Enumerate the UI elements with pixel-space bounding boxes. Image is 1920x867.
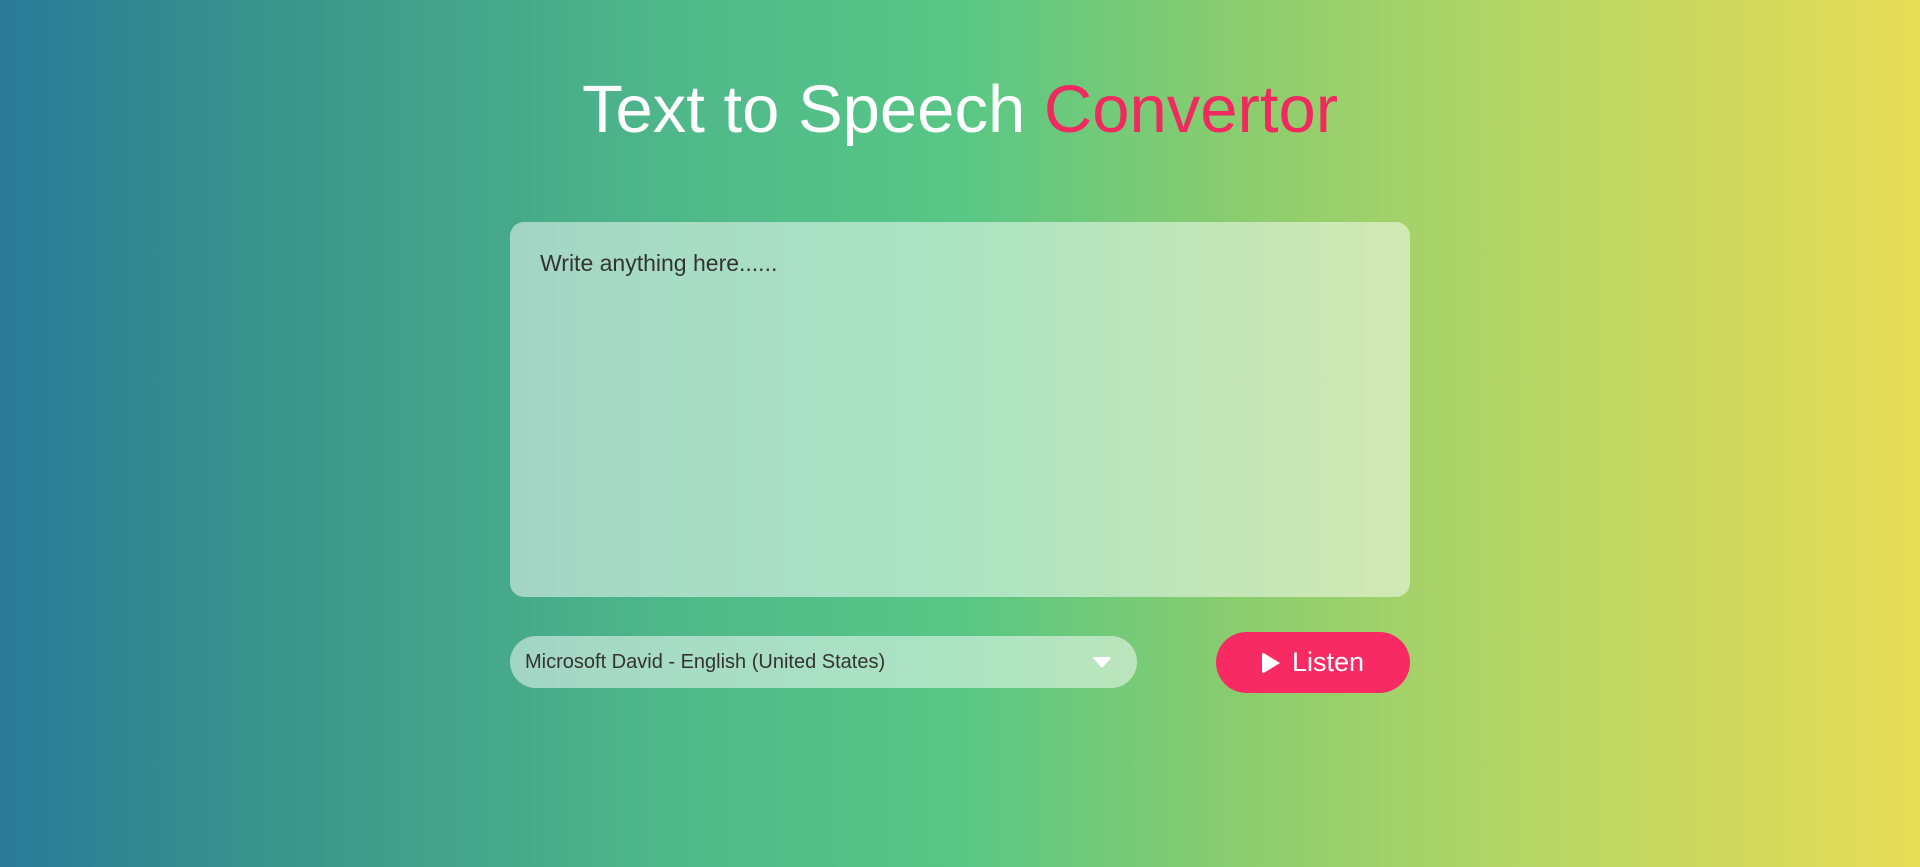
converter-panel: Microsoft David - English (United States… <box>510 222 1410 694</box>
page-title-accent: Convertor <box>1043 72 1339 147</box>
chevron-down-icon <box>1092 656 1112 668</box>
voice-select[interactable]: Microsoft David - English (United States… <box>510 636 1137 688</box>
controls-row: Microsoft David - English (United States… <box>510 632 1410 694</box>
text-input[interactable] <box>510 222 1410 597</box>
play-icon <box>1261 651 1280 674</box>
page-title: Text to Speech Convertor <box>0 70 1920 150</box>
listen-button-label: Listen <box>1291 647 1365 677</box>
listen-button[interactable]: Listen <box>1216 632 1410 693</box>
page-title-main: Text to Speech <box>581 72 1026 147</box>
voice-select-value: Microsoft David - English (United States… <box>525 650 886 673</box>
